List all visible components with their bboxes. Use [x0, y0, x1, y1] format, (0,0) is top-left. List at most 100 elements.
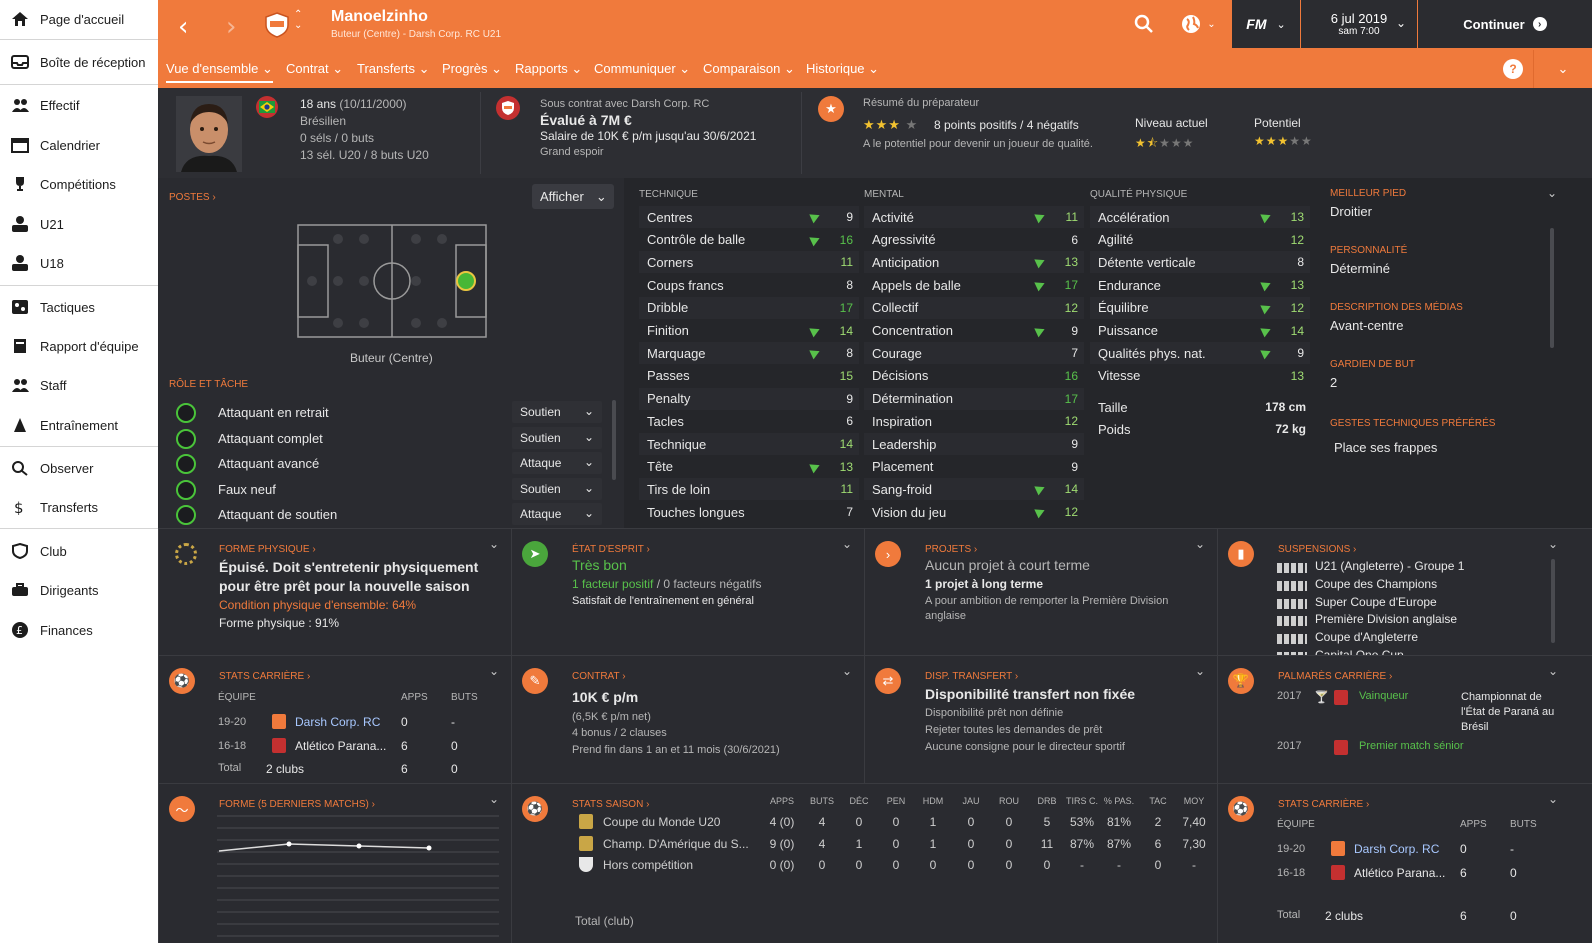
- chevron-down-icon[interactable]: ⌄: [1548, 792, 1558, 806]
- attribute-row[interactable]: Accélération 13: [1090, 206, 1310, 228]
- attribute-row[interactable]: Inspiration 12: [864, 410, 1084, 433]
- attribute-row[interactable]: Finition 14: [639, 319, 859, 342]
- card-title[interactable]: STATS CARRIÈRE ›: [219, 671, 310, 682]
- morale-positive[interactable]: 1 facteur positif: [572, 577, 653, 591]
- card-title[interactable]: PROJETS ›: [925, 544, 977, 555]
- globe-icon[interactable]: ⌄: [1174, 0, 1222, 48]
- chevron-down-icon[interactable]: ⌄: [842, 664, 852, 678]
- attribute-row[interactable]: Tacles 6: [639, 410, 859, 433]
- attribute-row[interactable]: Marquage 8: [639, 342, 859, 365]
- table-row[interactable]: 19-20 Darsh Corp. RC 0 -: [1277, 841, 1557, 861]
- sidebar-item-finances[interactable]: £ Finances: [0, 612, 158, 648]
- chevron-down-icon[interactable]: ⌄: [1548, 537, 1558, 551]
- card-title[interactable]: CONTRAT ›: [572, 671, 626, 682]
- card-title[interactable]: FORME PHYSIQUE ›: [219, 544, 316, 555]
- attribute-row[interactable]: Activité 11: [864, 206, 1084, 228]
- card-title[interactable]: FORME (5 DERNIERS MATCHS) ›: [219, 799, 375, 810]
- sidebar-item-transfers[interactable]: $ Transferts: [0, 489, 158, 525]
- sidebar-item-scouting[interactable]: Observer: [0, 450, 158, 486]
- attribute-row[interactable]: Décisions 16: [864, 364, 1084, 387]
- attribute-row[interactable]: Tirs de loin 11: [639, 478, 859, 501]
- competition-name[interactable]: Hors compétition: [603, 858, 753, 872]
- attribute-row[interactable]: Centres 9: [639, 206, 859, 228]
- team-name[interactable]: Atlético Parana...: [1354, 866, 1445, 880]
- continue-button[interactable]: Continuer ›: [1418, 0, 1592, 48]
- attribute-row[interactable]: Leadership 9: [864, 433, 1084, 455]
- table-row[interactable]: 16-18 Atlético Parana... 6 0: [1277, 864, 1557, 885]
- fm-menu-button[interactable]: FM ⌄: [1232, 0, 1300, 48]
- table-row[interactable]: Champ. D'Amérique du S... 9 (0) 4 1 0 1 0 0 11 8…: [512, 835, 1212, 856]
- chevron-down-icon[interactable]: ⌄: [489, 664, 499, 678]
- team-name[interactable]: Darsh Corp. RC: [295, 715, 380, 729]
- card-title[interactable]: DISP. TRANSFERT ›: [925, 671, 1018, 682]
- tab-reports[interactable]: Rapports ⌄: [515, 61, 582, 77]
- table-row[interactable]: 16-18 Atlético Parana... 6 0: [218, 737, 498, 758]
- sidebar-item-staff[interactable]: Staff: [0, 367, 158, 403]
- attribute-row[interactable]: Agilité 12: [1090, 228, 1310, 251]
- sidebar-item-u18[interactable]: U18: [0, 245, 158, 281]
- duty-dropdown[interactable]: Soutien ⌄: [512, 477, 602, 500]
- duty-dropdown[interactable]: Soutien ⌄: [512, 401, 602, 423]
- team-name[interactable]: Atlético Parana...: [295, 739, 386, 753]
- competition-name[interactable]: Coupe du Monde U20: [603, 815, 753, 829]
- show-dropdown[interactable]: Afficher ⌄: [532, 184, 614, 209]
- forward-arrow-icon[interactable]: ›: [226, 12, 236, 42]
- roles-scrollbar[interactable]: [612, 400, 616, 480]
- attribute-row[interactable]: Contrôle de balle 16: [639, 228, 859, 251]
- sidebar-item-squad[interactable]: Effectif: [0, 87, 158, 123]
- duty-dropdown[interactable]: Attaque ⌄: [512, 452, 602, 475]
- back-arrow-icon[interactable]: ‹: [178, 12, 188, 42]
- card-title[interactable]: PALMARÈS CARRIÈRE ›: [1278, 671, 1392, 682]
- attribute-row[interactable]: Détente verticale 8: [1090, 251, 1310, 274]
- attribute-row[interactable]: Courage 7: [864, 342, 1084, 365]
- tab-history[interactable]: Historique ⌄: [806, 61, 879, 77]
- table-row[interactable]: Coupe du Monde U20 4 (0) 4 0 0 1 0 0 5 53% 81% 2 7,…: [512, 814, 1212, 834]
- attribute-row[interactable]: Placement 9: [864, 455, 1084, 478]
- sidebar-item-inbox[interactable]: Boîte de réception: [0, 44, 158, 80]
- sidebar-item-team-report[interactable]: Rapport d'équipe: [0, 328, 158, 364]
- attribute-row[interactable]: Touches longues 7: [639, 501, 859, 524]
- tab-contract[interactable]: Contrat ⌄: [286, 61, 343, 77]
- search-icon[interactable]: [1128, 0, 1160, 48]
- card-title[interactable]: STATS SAISON ›: [572, 799, 649, 810]
- attribute-row[interactable]: Collectif 12: [864, 296, 1084, 319]
- sidebar-item-board[interactable]: Dirigeants: [0, 572, 158, 608]
- attribute-row[interactable]: Endurance 13: [1090, 274, 1310, 297]
- chevron-down-icon[interactable]: ⌄: [489, 792, 499, 806]
- attribute-row[interactable]: Qualités phys. nat. 9: [1090, 342, 1310, 365]
- sidebar-item-training[interactable]: Entraînement: [0, 407, 158, 443]
- attribute-row[interactable]: Appels de balle 17: [864, 274, 1084, 297]
- competition-name[interactable]: Champ. D'Amérique du S...: [603, 837, 753, 851]
- card-title[interactable]: SUSPENSIONS ›: [1278, 544, 1356, 555]
- attribute-row[interactable]: Tête 13: [639, 455, 859, 478]
- attribute-row[interactable]: Vitesse 13: [1090, 364, 1310, 387]
- sidebar-item-competitions[interactable]: Compétitions: [0, 166, 158, 202]
- chevron-down-icon[interactable]: ⌄: [1548, 664, 1558, 678]
- attribute-row[interactable]: Corners 11: [639, 251, 859, 274]
- tab-communicate[interactable]: Communiquer ⌄: [594, 61, 690, 77]
- attribute-row[interactable]: Détermination 17: [864, 387, 1084, 410]
- chevron-down-icon[interactable]: ⌄: [842, 537, 852, 551]
- chevron-down-icon[interactable]: ⌄: [1533, 50, 1592, 88]
- team-name[interactable]: Darsh Corp. RC: [1354, 842, 1439, 856]
- tab-overview[interactable]: Vue d'ensemble ⌄: [166, 61, 273, 83]
- attribute-row[interactable]: Anticipation 13: [864, 251, 1084, 274]
- sidebar-item-home[interactable]: Page d'accueil: [0, 1, 158, 37]
- attribute-row[interactable]: Concentration 9: [864, 319, 1084, 342]
- attribute-row[interactable]: Puissance 14: [1090, 319, 1310, 342]
- chevron-down-icon[interactable]: ⌄: [1195, 664, 1205, 678]
- chevron-up-down-icon[interactable]: ⌃ ⌄: [294, 9, 302, 31]
- table-row[interactable]: 19-20 Darsh Corp. RC 0 -: [218, 714, 498, 734]
- duty-dropdown[interactable]: Attaque ⌄: [512, 503, 602, 526]
- card-title[interactable]: STATS CARRIÈRE ›: [1278, 799, 1369, 810]
- chevron-down-icon[interactable]: ⌄: [1195, 537, 1205, 551]
- chevron-down-icon[interactable]: ⌄: [1547, 186, 1557, 200]
- tab-comparison[interactable]: Comparaison ⌄: [703, 61, 795, 77]
- role-row[interactable]: Attaquant de soutien Attaque ⌄: [176, 503, 606, 527]
- role-row[interactable]: Attaquant en retrait Soutien ⌄: [176, 401, 606, 425]
- info-scrollbar[interactable]: [1550, 228, 1554, 348]
- role-row[interactable]: Attaquant complet Soutien ⌄: [176, 426, 606, 451]
- help-icon[interactable]: ?: [1503, 59, 1523, 79]
- positions-title[interactable]: POSTES ›: [169, 192, 216, 203]
- sidebar-item-tactics[interactable]: Tactiques: [0, 289, 158, 325]
